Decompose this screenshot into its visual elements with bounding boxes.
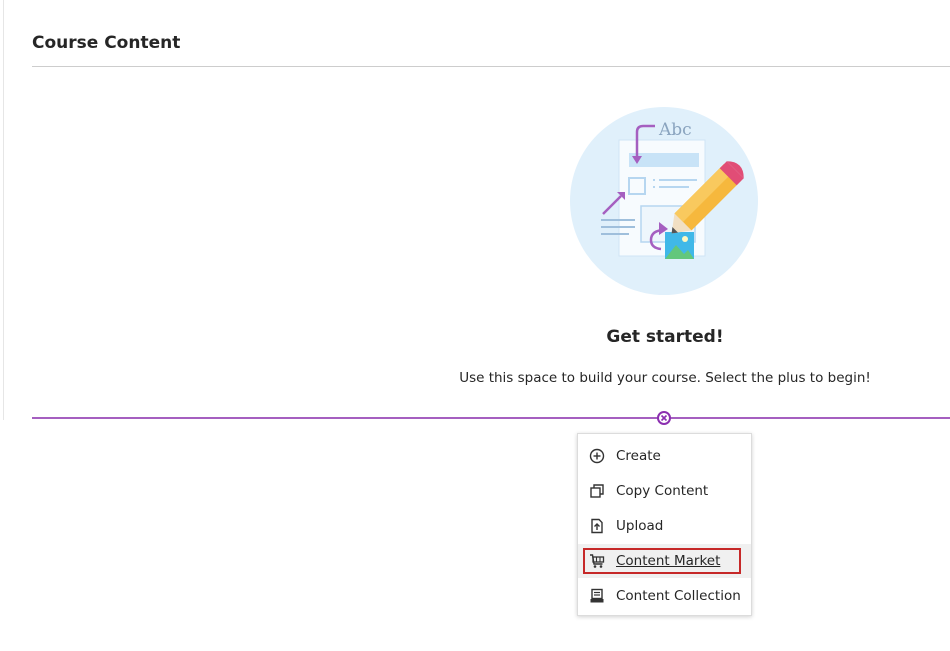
header-divider [32,66,950,67]
empty-state-message: Use this space to build your course. Sel… [459,370,871,386]
close-menu-button[interactable] [657,411,671,425]
cart-icon [588,552,606,570]
add-content-menu: Create Copy Content Upload Content Marke… [577,433,752,616]
menu-item-content-market[interactable]: Content Market [578,544,751,578]
empty-state-heading: Get started! [606,327,724,347]
menu-item-label: Content Collection [616,588,741,604]
illustration-abc-text: Abc [658,120,692,140]
page-title: Course Content [32,33,181,53]
plus-circle-icon [588,447,606,465]
document-edit-illustration: Abc [570,107,758,295]
insert-content-divider [32,417,950,419]
menu-item-label: Create [616,448,661,464]
menu-item-upload[interactable]: Upload [578,509,751,543]
menu-item-copy-content[interactable]: Copy Content [578,474,751,508]
copy-icon [588,482,606,500]
upload-file-icon [588,517,606,535]
menu-item-create[interactable]: Create [578,439,751,473]
course-content-page: Course Content Abc Get started! Use this… [0,0,950,651]
menu-item-label: Copy Content [616,483,709,499]
menu-item-content-collection[interactable]: Content Collection [578,579,751,613]
menu-item-label: Content Market [616,553,721,569]
collection-icon [588,587,606,605]
menu-item-label: Upload [616,518,664,534]
left-divider [3,0,4,420]
close-circle-icon [660,414,668,422]
